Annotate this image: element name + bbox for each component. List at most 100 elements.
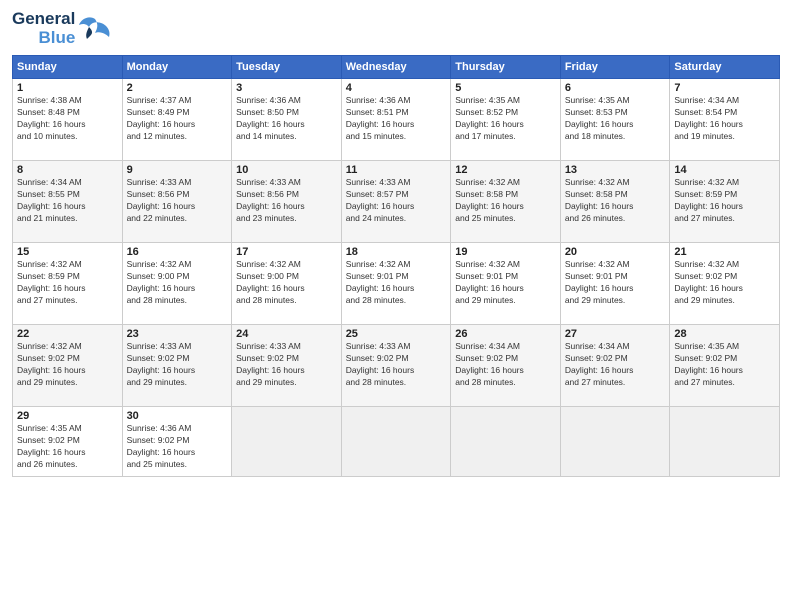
weekday-header: Friday	[560, 56, 670, 79]
day-number: 30	[127, 410, 228, 422]
day-number: 10	[236, 164, 337, 176]
day-info: Sunrise: 4:32 AMSunset: 9:02 PMDaylight:…	[674, 259, 775, 307]
day-info: Sunrise: 4:32 AMSunset: 8:59 PMDaylight:…	[674, 177, 775, 225]
calendar-cell: 20 Sunrise: 4:32 AMSunset: 9:01 PMDaylig…	[560, 243, 670, 325]
logo-bird-icon	[79, 15, 111, 43]
day-number: 2	[127, 82, 228, 94]
day-info: Sunrise: 4:34 AMSunset: 8:54 PMDaylight:…	[674, 95, 775, 143]
calendar-cell: 30 Sunrise: 4:36 AMSunset: 9:02 PMDaylig…	[122, 407, 232, 477]
day-info: Sunrise: 4:32 AMSunset: 9:01 PMDaylight:…	[346, 259, 447, 307]
calendar-cell: 5 Sunrise: 4:35 AMSunset: 8:52 PMDayligh…	[451, 79, 561, 161]
calendar-cell: 19 Sunrise: 4:32 AMSunset: 9:01 PMDaylig…	[451, 243, 561, 325]
calendar-cell: 15 Sunrise: 4:32 AMSunset: 8:59 PMDaylig…	[13, 243, 123, 325]
day-info: Sunrise: 4:32 AMSunset: 9:02 PMDaylight:…	[17, 341, 118, 389]
day-info: Sunrise: 4:32 AMSunset: 9:01 PMDaylight:…	[565, 259, 666, 307]
day-info: Sunrise: 4:32 AMSunset: 9:00 PMDaylight:…	[127, 259, 228, 307]
day-number: 17	[236, 246, 337, 258]
calendar-cell: 10 Sunrise: 4:33 AMSunset: 8:56 PMDaylig…	[232, 161, 342, 243]
day-info: Sunrise: 4:36 AMSunset: 8:50 PMDaylight:…	[236, 95, 337, 143]
day-number: 4	[346, 82, 447, 94]
day-number: 11	[346, 164, 447, 176]
calendar-cell: 16 Sunrise: 4:32 AMSunset: 9:00 PMDaylig…	[122, 243, 232, 325]
day-number: 18	[346, 246, 447, 258]
day-info: Sunrise: 4:34 AMSunset: 9:02 PMDaylight:…	[565, 341, 666, 389]
day-info: Sunrise: 4:35 AMSunset: 9:02 PMDaylight:…	[17, 423, 118, 471]
day-number: 28	[674, 328, 775, 340]
day-number: 15	[17, 246, 118, 258]
day-number: 25	[346, 328, 447, 340]
calendar-cell: 28 Sunrise: 4:35 AMSunset: 9:02 PMDaylig…	[670, 325, 780, 407]
day-number: 13	[565, 164, 666, 176]
day-number: 8	[17, 164, 118, 176]
calendar-cell	[341, 407, 451, 477]
calendar-cell: 3 Sunrise: 4:36 AMSunset: 8:50 PMDayligh…	[232, 79, 342, 161]
day-info: Sunrise: 4:35 AMSunset: 9:02 PMDaylight:…	[674, 341, 775, 389]
day-number: 19	[455, 246, 556, 258]
calendar-cell: 4 Sunrise: 4:36 AMSunset: 8:51 PMDayligh…	[341, 79, 451, 161]
calendar-cell: 27 Sunrise: 4:34 AMSunset: 9:02 PMDaylig…	[560, 325, 670, 407]
calendar-cell: 13 Sunrise: 4:32 AMSunset: 8:58 PMDaylig…	[560, 161, 670, 243]
calendar-cell	[232, 407, 342, 477]
calendar-cell	[560, 407, 670, 477]
day-info: Sunrise: 4:35 AMSunset: 8:53 PMDaylight:…	[565, 95, 666, 143]
calendar-cell	[451, 407, 561, 477]
day-number: 29	[17, 410, 118, 422]
weekday-header: Saturday	[670, 56, 780, 79]
calendar-cell: 1 Sunrise: 4:38 AMSunset: 8:48 PMDayligh…	[13, 79, 123, 161]
day-number: 7	[674, 82, 775, 94]
day-info: Sunrise: 4:33 AMSunset: 8:56 PMDaylight:…	[236, 177, 337, 225]
day-number: 24	[236, 328, 337, 340]
day-info: Sunrise: 4:33 AMSunset: 8:57 PMDaylight:…	[346, 177, 447, 225]
logo: General Blue	[12, 10, 111, 47]
calendar-cell: 12 Sunrise: 4:32 AMSunset: 8:58 PMDaylig…	[451, 161, 561, 243]
calendar-cell: 23 Sunrise: 4:33 AMSunset: 9:02 PMDaylig…	[122, 325, 232, 407]
day-info: Sunrise: 4:37 AMSunset: 8:49 PMDaylight:…	[127, 95, 228, 143]
day-info: Sunrise: 4:32 AMSunset: 9:00 PMDaylight:…	[236, 259, 337, 307]
weekday-header: Thursday	[451, 56, 561, 79]
day-info: Sunrise: 4:32 AMSunset: 8:58 PMDaylight:…	[455, 177, 556, 225]
day-number: 22	[17, 328, 118, 340]
day-number: 27	[565, 328, 666, 340]
day-info: Sunrise: 4:33 AMSunset: 9:02 PMDaylight:…	[127, 341, 228, 389]
day-number: 3	[236, 82, 337, 94]
day-number: 1	[17, 82, 118, 94]
calendar-cell: 8 Sunrise: 4:34 AMSunset: 8:55 PMDayligh…	[13, 161, 123, 243]
calendar-cell: 24 Sunrise: 4:33 AMSunset: 9:02 PMDaylig…	[232, 325, 342, 407]
day-info: Sunrise: 4:34 AMSunset: 9:02 PMDaylight:…	[455, 341, 556, 389]
weekday-header: Monday	[122, 56, 232, 79]
day-info: Sunrise: 4:34 AMSunset: 8:55 PMDaylight:…	[17, 177, 118, 225]
day-info: Sunrise: 4:32 AMSunset: 9:01 PMDaylight:…	[455, 259, 556, 307]
calendar-cell: 7 Sunrise: 4:34 AMSunset: 8:54 PMDayligh…	[670, 79, 780, 161]
day-number: 20	[565, 246, 666, 258]
calendar-cell: 14 Sunrise: 4:32 AMSunset: 8:59 PMDaylig…	[670, 161, 780, 243]
weekday-header: Sunday	[13, 56, 123, 79]
calendar-table: SundayMondayTuesdayWednesdayThursdayFrid…	[12, 55, 780, 477]
day-number: 9	[127, 164, 228, 176]
calendar-cell: 29 Sunrise: 4:35 AMSunset: 9:02 PMDaylig…	[13, 407, 123, 477]
day-number: 12	[455, 164, 556, 176]
day-info: Sunrise: 4:32 AMSunset: 8:59 PMDaylight:…	[17, 259, 118, 307]
day-info: Sunrise: 4:35 AMSunset: 8:52 PMDaylight:…	[455, 95, 556, 143]
day-number: 16	[127, 246, 228, 258]
day-number: 21	[674, 246, 775, 258]
calendar-cell: 6 Sunrise: 4:35 AMSunset: 8:53 PMDayligh…	[560, 79, 670, 161]
weekday-header: Wednesday	[341, 56, 451, 79]
day-number: 23	[127, 328, 228, 340]
calendar-cell: 26 Sunrise: 4:34 AMSunset: 9:02 PMDaylig…	[451, 325, 561, 407]
logo-general: General	[12, 10, 75, 29]
calendar-cell: 21 Sunrise: 4:32 AMSunset: 9:02 PMDaylig…	[670, 243, 780, 325]
calendar-cell: 25 Sunrise: 4:33 AMSunset: 9:02 PMDaylig…	[341, 325, 451, 407]
day-info: Sunrise: 4:32 AMSunset: 8:58 PMDaylight:…	[565, 177, 666, 225]
header: General Blue	[12, 10, 780, 47]
day-info: Sunrise: 4:36 AMSunset: 9:02 PMDaylight:…	[127, 423, 228, 471]
day-number: 14	[674, 164, 775, 176]
main-container: General Blue SundayMondayTuesdayWednesda…	[0, 0, 792, 612]
calendar-cell: 11 Sunrise: 4:33 AMSunset: 8:57 PMDaylig…	[341, 161, 451, 243]
logo-blue: Blue	[38, 29, 75, 48]
day-info: Sunrise: 4:33 AMSunset: 8:56 PMDaylight:…	[127, 177, 228, 225]
day-number: 5	[455, 82, 556, 94]
day-number: 26	[455, 328, 556, 340]
day-info: Sunrise: 4:36 AMSunset: 8:51 PMDaylight:…	[346, 95, 447, 143]
calendar-cell: 9 Sunrise: 4:33 AMSunset: 8:56 PMDayligh…	[122, 161, 232, 243]
weekday-header: Tuesday	[232, 56, 342, 79]
